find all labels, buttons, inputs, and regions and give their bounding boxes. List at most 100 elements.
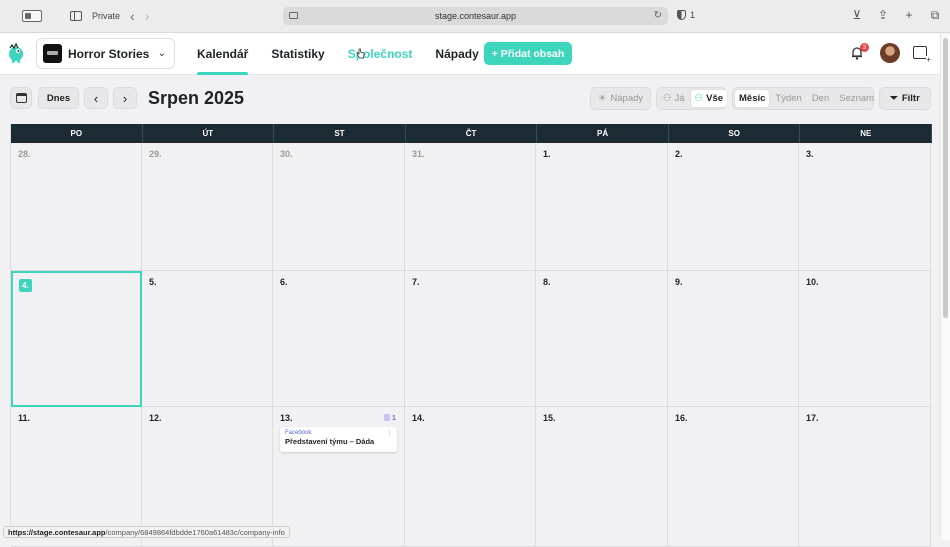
project-name: Horror Stories — [68, 46, 150, 61]
filter-button[interactable]: ⏷ Filtr — [879, 87, 931, 110]
post-icon — [383, 414, 390, 421]
weekday-6: NE — [800, 124, 933, 143]
event-card[interactable]: Facebook Představení týmu – Dáda ⋮ — [280, 427, 397, 452]
more-options-icon[interactable]: ⋮ — [386, 429, 393, 437]
calendar-day-cell[interactable]: 3. — [799, 143, 931, 271]
owner-all-option[interactable]: ⚇ Vše — [690, 90, 728, 107]
calendar-day-cell[interactable]: 28. — [11, 143, 142, 271]
day-number: 14. — [412, 413, 425, 423]
nav-statistiky[interactable]: Statistiky — [262, 33, 333, 75]
calendar-day-cell[interactable]: 7. — [405, 271, 536, 407]
address-bar[interactable]: stage.contesaur.app ↻ — [283, 7, 668, 25]
calendar-day-cell[interactable]: 15. — [536, 407, 668, 547]
calendar-day-cell[interactable]: 13. 1 Facebook Představení týmu – Dáda ⋮ — [273, 407, 405, 547]
day-number: 8. — [543, 277, 551, 287]
nav-kalendar[interactable]: Kalendář — [188, 33, 257, 75]
day-number: 31. — [412, 149, 425, 159]
calendar-add-icon[interactable] — [913, 46, 931, 64]
status-bar-url: https://stage.contesaur.app/company/6849… — [3, 526, 290, 538]
user-avatar[interactable] — [880, 43, 900, 63]
month-title: Srpen 2025 — [148, 88, 245, 108]
users-icon: ⚇ — [694, 93, 704, 104]
browser-back-icon[interactable]: ‹ — [130, 9, 135, 23]
calendar-day-cell[interactable]: 1. — [536, 143, 668, 271]
view-day-option[interactable]: Den — [808, 90, 833, 107]
reload-icon[interactable]: ↻ — [654, 10, 662, 21]
filter-label: Filtr — [901, 93, 920, 104]
chevron-down-icon: ⌄ — [157, 48, 166, 59]
day-number: 1. — [543, 149, 551, 159]
calendar-day-cell[interactable]: 16. — [668, 407, 799, 547]
nav-spolecnost[interactable]: Společnost — [339, 33, 422, 75]
contesaur-logo-icon[interactable] — [5, 42, 27, 64]
view-week-option[interactable]: Týden — [771, 90, 805, 107]
ideas-label: Nápady — [610, 93, 644, 104]
view-month-option[interactable]: Měsíc — [735, 90, 770, 107]
scroll-thumb[interactable] — [943, 38, 948, 318]
day-number: 17. — [806, 413, 819, 423]
calendar-day-cell[interactable]: 29. — [142, 143, 273, 271]
owner-me-option[interactable]: ⚇ Já — [659, 90, 689, 107]
browser-toolbar: Private ‹ › stage.contesaur.app ↻ 1 ⊻ ⇪ … — [0, 0, 950, 33]
day-number: 12. — [149, 413, 162, 423]
private-tab-icon — [70, 11, 82, 21]
day-number: 5. — [149, 277, 157, 287]
lightbulb-icon: ☀ — [597, 93, 607, 104]
privacy-report[interactable]: 1 — [677, 10, 695, 20]
share-icon[interactable]: ⇪ — [876, 8, 890, 23]
next-month-button[interactable]: › — [113, 87, 137, 109]
view-list-option[interactable]: Seznam — [835, 90, 878, 107]
address-url: stage.contesaur.app — [434, 11, 517, 21]
weekday-5: SO — [669, 124, 801, 143]
today-button[interactable]: Dnes — [38, 87, 79, 109]
browser-forward-icon[interactable]: › — [145, 9, 150, 23]
calendar-day-cell[interactable]: 17. — [799, 407, 931, 547]
page-scrollbar[interactable] — [940, 33, 950, 540]
weekday-2: ST — [274, 124, 406, 143]
new-tab-icon[interactable]: + — [902, 8, 916, 23]
add-content-button[interactable]: + Přidat obsah — [484, 42, 572, 65]
project-thumbnail — [43, 44, 62, 63]
calendar-toolbar: Dnes ‹ › Srpen 2025 ☀ Nápady ⚇ Já ⚇ Vše … — [0, 76, 940, 122]
weekday-0: PO — [11, 124, 143, 143]
day-number: 6. — [280, 277, 288, 287]
weekday-1: ÚT — [143, 124, 275, 143]
nav-napady[interactable]: Nápady — [426, 33, 487, 75]
filter-icon: ⏷ — [890, 93, 898, 104]
shield-icon — [677, 10, 686, 20]
month-calendar: PO ÚT ST ČT PÁ SO NE 28. 29. 30. 31. 1. 2. 3. 4. 5. 6. 7… — [10, 124, 933, 547]
ideas-toggle-button[interactable]: ☀ Nápady — [590, 87, 651, 110]
weekday-3: ČT — [406, 124, 538, 143]
view-segment: Měsíc Týden Den Seznam — [732, 87, 874, 110]
event-channel: Facebook — [285, 430, 312, 436]
sidebar-toggle-icon[interactable] — [22, 10, 42, 22]
calendar-day-cell[interactable]: 6. — [273, 271, 405, 407]
calendar-day-cell[interactable]: 30. — [273, 143, 405, 271]
calendar-day-cell[interactable]: 2. — [668, 143, 799, 271]
owner-me-label: Já — [674, 93, 685, 104]
event-title: Představení týmu – Dáda — [285, 437, 375, 446]
prev-month-button[interactable]: ‹ — [84, 87, 108, 109]
private-label: Private — [92, 11, 121, 21]
calendar-picker-button[interactable] — [10, 87, 32, 109]
calendar-day-cell[interactable]: 10. — [799, 271, 931, 407]
tabs-overview-icon[interactable]: ⧉ — [928, 8, 942, 23]
app-header: Horror Stories ⌄ Kalendář Statistiky Spo… — [0, 33, 940, 75]
day-number: 28. — [18, 149, 31, 159]
tab-overview-icon — [289, 12, 298, 19]
project-selector[interactable]: Horror Stories ⌄ — [36, 38, 175, 69]
calendar-day-cell[interactable]: 31. — [405, 143, 536, 271]
day-number: 3. — [806, 149, 814, 159]
status-url-path: /company/6849864fdbdde1760a61483c/compan… — [105, 527, 285, 537]
calendar-day-cell[interactable]: 8. — [536, 271, 668, 407]
day-number: 10. — [806, 277, 819, 287]
user-icon: ⚇ — [663, 93, 672, 104]
download-icon[interactable]: ⊻ — [850, 8, 864, 23]
calendar-day-cell[interactable]: 4. — [11, 271, 142, 407]
privacy-count: 1 — [690, 10, 696, 20]
owner-segment: ⚇ Já ⚇ Vše — [656, 87, 728, 110]
calendar-day-cell[interactable]: 5. — [142, 271, 273, 407]
calendar-day-cell[interactable]: 9. — [668, 271, 799, 407]
calendar-day-cell[interactable]: 14. — [405, 407, 536, 547]
owner-all-label: Vše — [706, 93, 724, 104]
